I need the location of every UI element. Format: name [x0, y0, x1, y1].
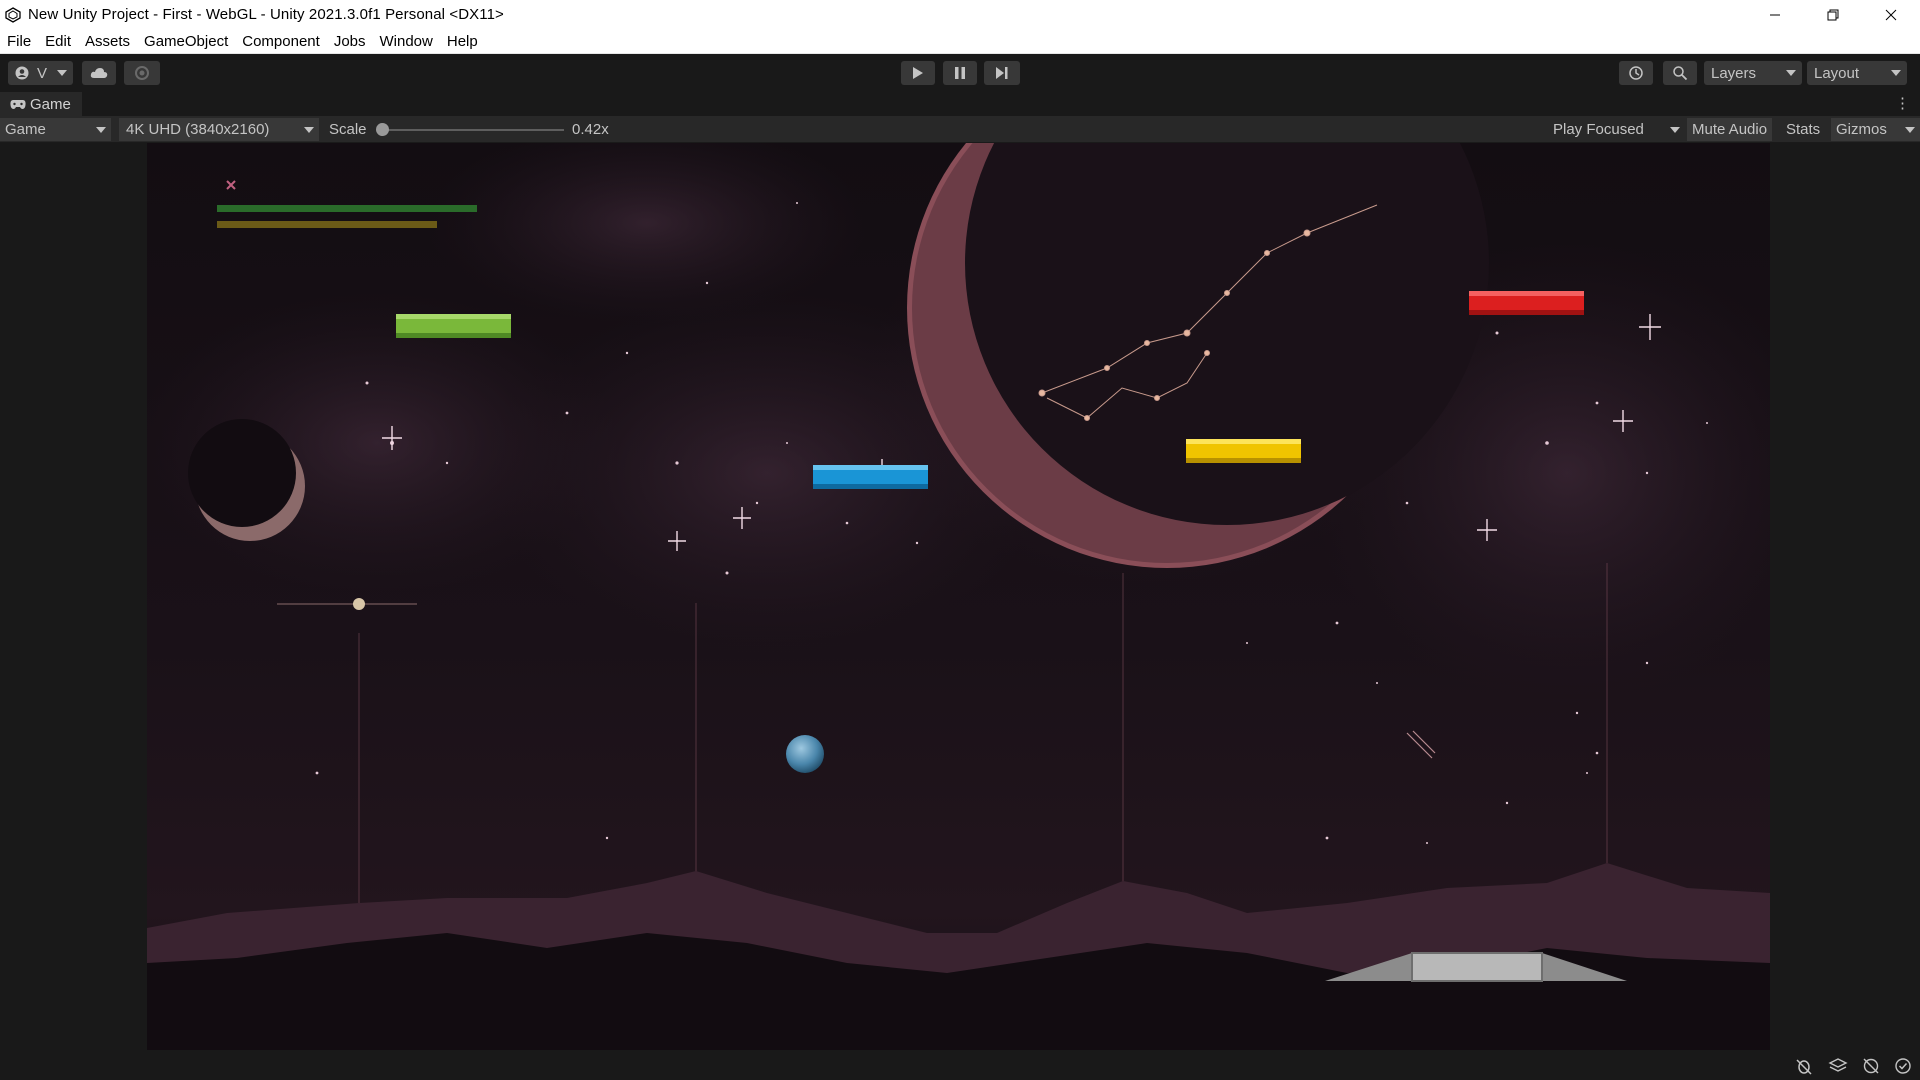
game-canvas[interactable] [147, 143, 1770, 1050]
play-mode-label: Play Focused [1553, 121, 1644, 138]
chevron-down-icon [1905, 127, 1915, 133]
game-viewport [0, 143, 1920, 1050]
window-title: New Unity Project - First - WebGL - Unit… [28, 6, 504, 23]
chevron-down-icon [57, 70, 67, 76]
more-options-icon[interactable]: ⋮ [1895, 96, 1910, 111]
layout-label: Layout [1814, 64, 1860, 82]
close-icon [1885, 9, 1897, 20]
minimize-button[interactable] [1746, 0, 1804, 29]
step-icon [996, 67, 1008, 79]
layers-label: Layers [1711, 64, 1757, 82]
menu-component[interactable]: Component [235, 29, 327, 54]
gizmos-label: Gizmos [1836, 121, 1887, 138]
account-dropdown[interactable]: V [8, 61, 73, 85]
brick-red [1469, 291, 1584, 315]
chevron-down-icon [96, 127, 106, 133]
menu-gameobject[interactable]: GameObject [137, 29, 235, 54]
health-bar [217, 205, 477, 212]
menu-jobs[interactable]: Jobs [327, 29, 373, 54]
display-label: Game [5, 121, 46, 138]
step-button[interactable] [984, 61, 1020, 85]
account-icon [15, 66, 29, 80]
ball [786, 735, 824, 773]
scale-value: 0.42x [572, 121, 609, 138]
play-icon [913, 67, 923, 79]
scale-slider-track[interactable] [381, 129, 564, 131]
unity-logo-icon [4, 6, 22, 24]
restore-icon [1827, 9, 1839, 20]
energy-bar [217, 221, 437, 228]
main-toolbar: V Layers Layout [0, 54, 1920, 92]
restore-button[interactable] [1804, 0, 1862, 29]
collab-icon [135, 66, 149, 80]
cloud-button[interactable] [82, 61, 116, 85]
pause-button[interactable] [943, 61, 977, 85]
scale-slider-handle[interactable] [376, 123, 389, 136]
status-bar [0, 1050, 1920, 1080]
pause-icon [955, 67, 965, 79]
brick-blue [813, 465, 928, 489]
menu-help[interactable]: Help [440, 29, 485, 54]
gamepad-icon [10, 99, 26, 109]
chevron-down-icon [1670, 127, 1680, 133]
minimize-icon [1770, 14, 1780, 15]
history-icon [1629, 66, 1643, 80]
display-dropdown[interactable]: Game [0, 118, 111, 141]
game-view-toolbar: Game 4K UHD (3840x2160) Scale 0.42x Play… [0, 116, 1920, 143]
brick-yellow [1186, 439, 1301, 463]
chevron-down-icon [1786, 70, 1796, 76]
resolution-dropdown[interactable]: 4K UHD (3840x2160) [119, 118, 319, 141]
game-scene [147, 143, 1770, 1050]
menu-window[interactable]: Window [373, 29, 440, 54]
network-icon[interactable] [1861, 1057, 1881, 1075]
cloud-icon [90, 68, 108, 78]
title-bar: New Unity Project - First - WebGL - Unit… [0, 0, 1920, 29]
stack-icon[interactable] [1828, 1057, 1848, 1075]
tab-game[interactable]: Game [0, 92, 82, 116]
menu-bar: File Edit Assets GameObject Component Jo… [0, 29, 1920, 54]
play-mode-dropdown[interactable]: Play Focused [1548, 118, 1685, 141]
layers-dropdown[interactable]: Layers [1704, 61, 1802, 85]
brick-green [396, 314, 511, 338]
tab-strip: Game ⋮ [0, 92, 1920, 116]
menu-file[interactable]: File [0, 29, 38, 54]
bug-icon[interactable] [1794, 1057, 1814, 1075]
close-button[interactable] [1862, 0, 1920, 29]
menu-edit[interactable]: Edit [38, 29, 78, 54]
play-button[interactable] [901, 61, 935, 85]
layout-dropdown[interactable]: Layout [1807, 61, 1907, 85]
scale-label: Scale [329, 121, 367, 138]
history-button[interactable] [1619, 61, 1653, 85]
account-label: V [37, 64, 48, 82]
search-button[interactable] [1663, 61, 1697, 85]
chevron-down-icon [1891, 70, 1901, 76]
collab-button[interactable] [124, 61, 160, 85]
menu-assets[interactable]: Assets [78, 29, 137, 54]
mute-audio-toggle[interactable]: Mute Audio [1687, 118, 1773, 141]
check-circle-icon[interactable] [1893, 1057, 1913, 1075]
resolution-label: 4K UHD (3840x2160) [126, 121, 270, 138]
chevron-down-icon [304, 127, 314, 133]
gizmos-dropdown[interactable]: Gizmos [1831, 118, 1920, 141]
tab-game-label: Game [30, 95, 71, 113]
search-icon [1673, 66, 1688, 81]
stats-toggle[interactable]: Stats [1781, 118, 1826, 141]
